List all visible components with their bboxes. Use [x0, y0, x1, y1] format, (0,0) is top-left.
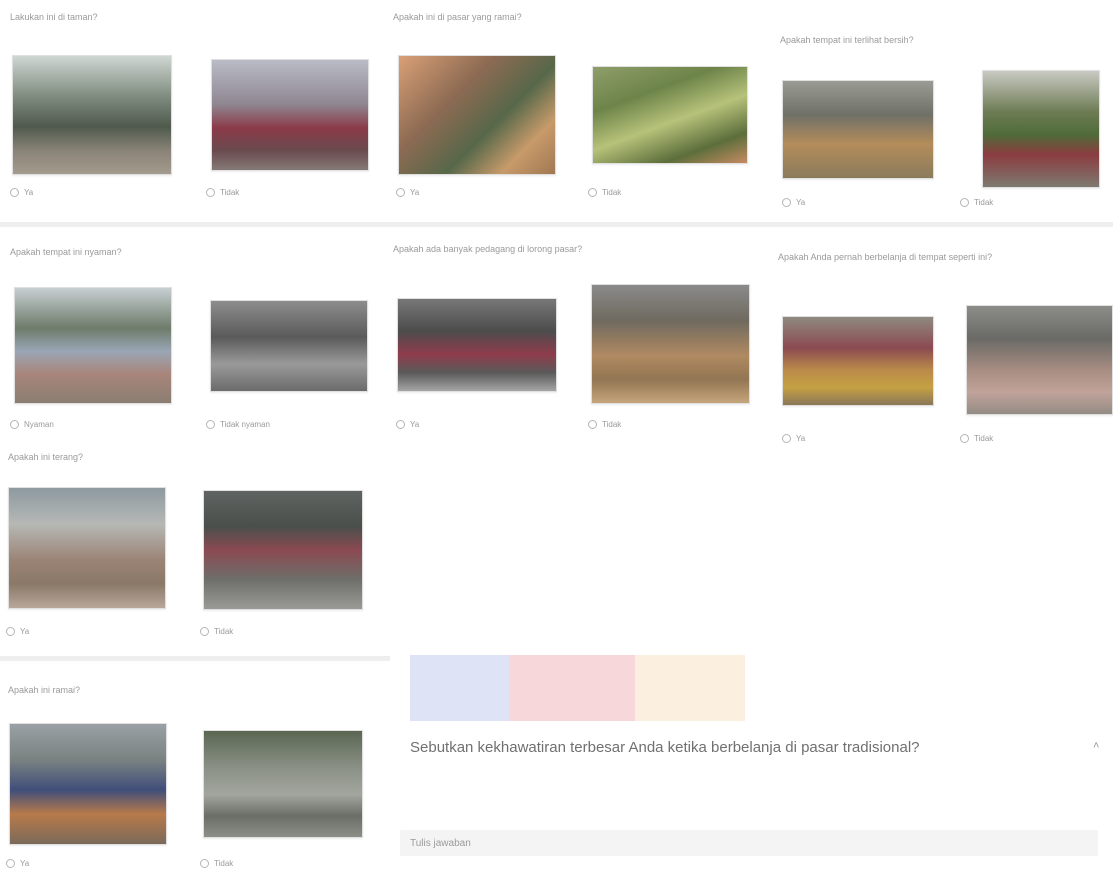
- radio-icon: [10, 187, 19, 197]
- question-4-option-a[interactable]: Nyaman: [10, 418, 54, 430]
- question-2-option-a[interactable]: Ya: [396, 186, 419, 198]
- question-6-text: Apakah Anda pernah berbelanja di tempat …: [778, 252, 993, 262]
- question-4-text: Apakah tempat ini nyaman?: [10, 247, 122, 257]
- radio-icon: [206, 187, 215, 197]
- open-question-text: Sebutkan kekhawatiran terbesar Anda keti…: [410, 739, 920, 756]
- question-2-photo-a[interactable]: [398, 55, 556, 175]
- option-label: Ya: [24, 187, 34, 197]
- question-5-photo-a[interactable]: [397, 298, 557, 392]
- section-divider: [0, 222, 1113, 227]
- question-5-photo-b[interactable]: [591, 284, 750, 404]
- option-label: Tidak: [214, 858, 234, 868]
- option-label: Tidak: [602, 187, 622, 197]
- option-label: Ya: [20, 858, 30, 868]
- chevron-up-icon[interactable]: ˄: [1093, 740, 1099, 752]
- question-2-photo-b[interactable]: [592, 66, 748, 164]
- answer-input[interactable]: [400, 830, 1098, 856]
- radio-icon: [588, 419, 597, 429]
- option-label: Tidak nyaman: [220, 419, 270, 429]
- radio-icon: [396, 419, 405, 429]
- question-8-text: Apakah ini ramai?: [8, 685, 81, 695]
- question-1-photo-a[interactable]: [12, 55, 172, 175]
- question-2-text: Apakah ini di pasar yang ramai?: [393, 12, 522, 22]
- option-label: Tidak: [974, 197, 994, 207]
- question-1-option-a[interactable]: Ya: [10, 186, 33, 198]
- color-strip-pink: [510, 655, 635, 721]
- question-8-option-b[interactable]: Tidak: [200, 857, 233, 869]
- question-6-photo-b[interactable]: [966, 305, 1113, 415]
- option-label: Ya: [410, 419, 420, 429]
- radio-icon: [396, 187, 405, 197]
- question-7-photo-b[interactable]: [203, 490, 363, 610]
- question-4-option-b[interactable]: Tidak nyaman: [206, 418, 270, 430]
- radio-icon: [6, 858, 15, 868]
- question-7-option-b[interactable]: Tidak: [200, 625, 233, 637]
- option-label: Ya: [20, 626, 30, 636]
- question-7-photo-a[interactable]: [8, 487, 166, 609]
- question-6-option-b[interactable]: Tidak: [960, 432, 993, 444]
- color-strip-blue: [410, 655, 510, 721]
- radio-icon: [782, 433, 791, 443]
- question-3-photo-a[interactable]: [782, 80, 934, 179]
- question-5-option-a[interactable]: Ya: [396, 418, 419, 430]
- question-8-photo-b[interactable]: [203, 730, 363, 838]
- option-label: Nyaman: [24, 419, 54, 429]
- question-4-photo-a[interactable]: [14, 287, 172, 404]
- question-3-text: Apakah tempat ini terlihat bersih?: [780, 35, 914, 45]
- question-3-option-a[interactable]: Ya: [782, 196, 805, 208]
- question-3-option-b[interactable]: Tidak: [960, 196, 993, 208]
- option-label: Ya: [796, 433, 806, 443]
- option-label: Ya: [796, 197, 806, 207]
- question-1-option-b[interactable]: Tidak: [206, 186, 239, 198]
- radio-icon: [206, 419, 215, 429]
- section-divider: [0, 656, 390, 661]
- question-1-text: Lakukan ini di taman?: [10, 12, 98, 22]
- question-3-photo-b[interactable]: [982, 70, 1100, 188]
- option-label: Tidak: [220, 187, 240, 197]
- question-8-photo-a[interactable]: [9, 723, 167, 845]
- question-5-text: Apakah ada banyak pedagang di lorong pas…: [393, 244, 583, 254]
- radio-icon: [782, 197, 791, 207]
- radio-icon: [6, 626, 15, 636]
- radio-icon: [10, 419, 19, 429]
- question-4-photo-b[interactable]: [210, 300, 368, 392]
- question-8-option-a[interactable]: Ya: [6, 857, 29, 869]
- radio-icon: [960, 433, 969, 443]
- radio-icon: [588, 187, 597, 197]
- question-5-option-b[interactable]: Tidak: [588, 418, 621, 430]
- question-7-option-a[interactable]: Ya: [6, 625, 29, 637]
- option-label: Tidak: [974, 433, 994, 443]
- question-1-photo-b[interactable]: [211, 59, 369, 171]
- radio-icon: [960, 197, 969, 207]
- question-6-option-a[interactable]: Ya: [782, 432, 805, 444]
- option-label: Ya: [410, 187, 420, 197]
- radio-icon: [200, 858, 209, 868]
- color-strip-cream: [635, 655, 745, 721]
- question-7-text: Apakah ini terang?: [8, 452, 84, 462]
- radio-icon: [200, 626, 209, 636]
- question-2-option-b[interactable]: Tidak: [588, 186, 621, 198]
- option-label: Tidak: [602, 419, 622, 429]
- option-label: Tidak: [214, 626, 234, 636]
- question-6-photo-a[interactable]: [782, 316, 934, 406]
